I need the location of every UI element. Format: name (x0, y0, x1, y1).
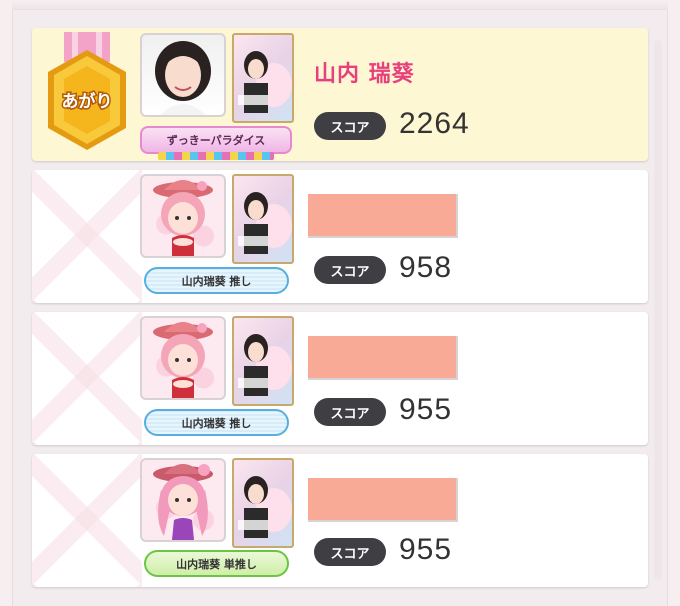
player-name: 山内 瑞葵 (314, 62, 415, 87)
character-avatar (140, 458, 226, 542)
member-card[interactable] (232, 458, 294, 548)
score-label: スコア (314, 398, 386, 426)
pink-hat-character-icon (153, 464, 213, 540)
status-badge: あがり (62, 91, 113, 112)
card-thumbnail-icon (238, 192, 292, 254)
top-strip (12, 0, 668, 10)
player-name-redacted (308, 194, 458, 238)
member-card[interactable] (232, 33, 294, 123)
pink-hat-character-icon (153, 180, 213, 256)
score-label: スコア (314, 256, 386, 284)
medal-icon: あがり (48, 32, 126, 150)
row-pattern (32, 454, 142, 587)
card-thumbnail-icon (238, 476, 292, 538)
score-value: 2264 (399, 107, 470, 140)
result-row[interactable]: 山内瑞葵 推し スコア 958 (32, 170, 648, 303)
oshi-tag: 山内瑞葵 単推し (144, 550, 289, 577)
score-value: 958 (399, 251, 453, 284)
row-pattern (32, 170, 142, 303)
score-label: スコア (314, 538, 386, 566)
player-name-redacted (308, 478, 458, 522)
character-avatar (140, 316, 226, 400)
member-card[interactable] (232, 316, 294, 406)
member-photo (140, 33, 226, 117)
title-badge: ずっきーパラダイス (140, 126, 292, 160)
oshi-tag: 山内瑞葵 推し (144, 267, 289, 294)
score-value: 955 (399, 533, 453, 566)
result-row[interactable]: 山内瑞葵 単推し スコア 955 (32, 454, 648, 587)
score-value: 955 (399, 393, 453, 426)
oshi-tag: 山内瑞葵 推し (144, 409, 289, 436)
player-name-redacted (308, 336, 458, 380)
card-thumbnail-icon (238, 334, 292, 396)
card-thumbnail-icon (238, 51, 292, 113)
result-row-winner[interactable]: あがり ずっきーパラダイス 山内 瑞葵 スコア 2264 (32, 28, 648, 161)
character-avatar (140, 174, 226, 258)
member-card[interactable] (232, 174, 294, 264)
member-photo-icon (155, 41, 211, 115)
result-row[interactable]: 山内瑞葵 推し スコア 955 (32, 312, 648, 445)
scrollbar[interactable] (654, 40, 662, 580)
row-pattern (32, 312, 142, 445)
score-label: スコア (314, 112, 386, 140)
pink-hat-character-icon (153, 322, 213, 398)
